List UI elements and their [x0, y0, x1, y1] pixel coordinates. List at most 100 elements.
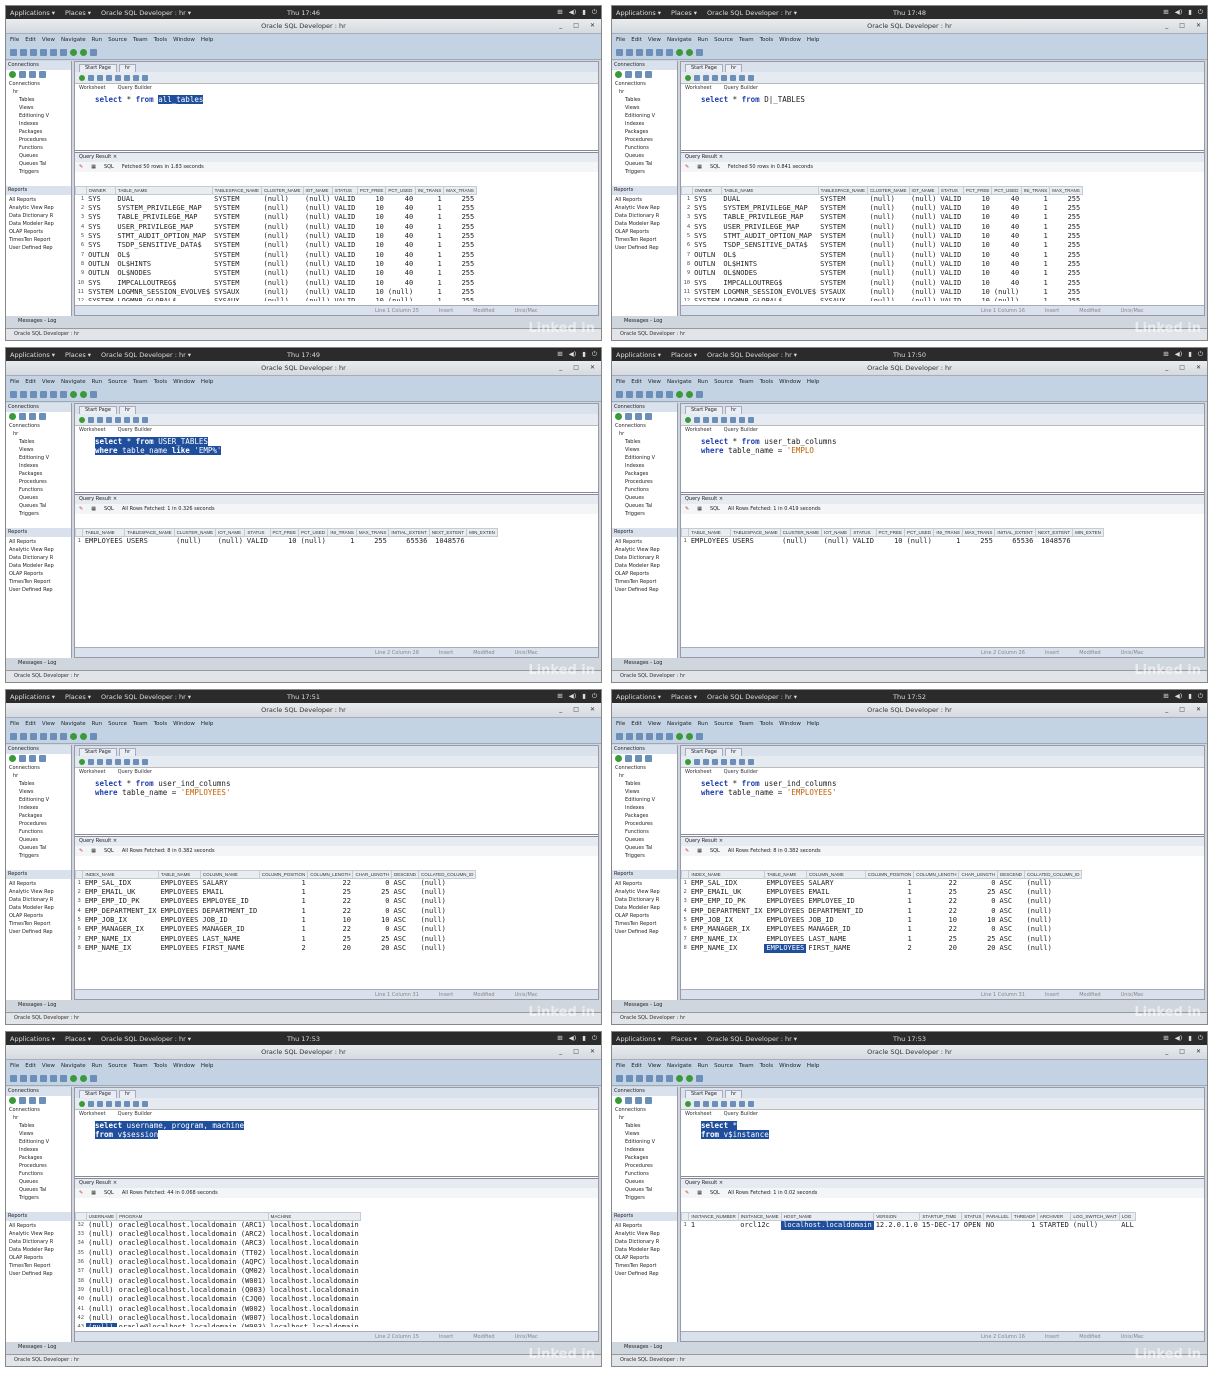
table-cell[interactable]: 22: [308, 925, 353, 934]
table-cell[interactable]: 25: [959, 934, 998, 943]
refresh-icon[interactable]: [19, 755, 26, 762]
table-cell[interactable]: (null): [303, 250, 332, 259]
tree-node-hr[interactable]: hr: [615, 772, 675, 780]
add-connection-icon[interactable]: [9, 1097, 16, 1104]
table-cell[interactable]: VALID: [938, 213, 963, 222]
menu-edit[interactable]: Edit: [25, 37, 36, 43]
table-cell[interactable]: 1: [259, 916, 308, 925]
applications-menu[interactable]: Applications ▾: [10, 693, 55, 701]
menu-window[interactable]: Window: [173, 37, 195, 43]
table-cell[interactable]: 40: [386, 195, 415, 205]
table-cell[interactable]: (null): [868, 241, 910, 250]
table-cell[interactable]: 1: [76, 195, 87, 205]
run-script-icon[interactable]: [88, 417, 94, 423]
open-icon[interactable]: [626, 1075, 633, 1082]
tab-hr[interactable]: hr: [118, 748, 137, 756]
table-cell[interactable]: (null): [86, 1239, 117, 1248]
tab-query-result[interactable]: Query Result ×: [79, 838, 117, 845]
menu-source[interactable]: Source: [108, 1063, 127, 1069]
table-cell[interactable]: 40: [386, 213, 415, 222]
table-cell[interactable]: 20: [308, 944, 353, 953]
table-cell[interactable]: 1: [865, 897, 914, 906]
table-cell[interactable]: OUTLN: [86, 250, 115, 259]
table-cell[interactable]: 6: [682, 241, 693, 250]
table-cell[interactable]: 10: [353, 916, 392, 925]
table-cell[interactable]: VALID: [938, 195, 963, 205]
table-cell[interactable]: 1: [1021, 223, 1050, 232]
autotrace-icon[interactable]: [97, 417, 103, 423]
tree-node-item[interactable]: Tables: [9, 438, 69, 446]
table-cell[interactable]: SYS: [86, 278, 115, 287]
table-row[interactable]: 1 EMP_SAL_IDX EMPLOYEES SALARY 1 22 0 ASC (null): [76, 879, 476, 889]
table-cell[interactable]: 1: [1021, 288, 1050, 297]
tree-node-item[interactable]: Procedures: [9, 820, 69, 828]
table-cell[interactable]: ASC: [392, 879, 419, 889]
table-cell[interactable]: SYSTEM: [212, 241, 261, 250]
table-cell[interactable]: (null): [868, 288, 910, 297]
table-cell[interactable]: (null): [419, 934, 476, 943]
taskbar-item[interactable]: Oracle SQL Developer : hr: [612, 1012, 1207, 1024]
table-cell[interactable]: 255: [444, 195, 477, 205]
report-item[interactable]: TimesTen Report: [615, 578, 675, 586]
forward-icon[interactable]: [686, 391, 693, 398]
tab-worksheet[interactable]: Worksheet: [685, 85, 712, 92]
redo-icon[interactable]: [60, 49, 67, 56]
table-cell[interactable]: 5: [682, 232, 693, 241]
result-grid[interactable]: TABLE_NAME TABLESPACE_NAME CLUSTER_NAME IOT…: [681, 528, 1204, 643]
column-header[interactable]: COLUMN_POSITION: [864, 870, 915, 879]
table-cell[interactable]: 255: [1050, 195, 1083, 205]
table-cell[interactable]: (null): [262, 269, 304, 278]
column-header[interactable]: LOG: [1118, 1212, 1137, 1221]
table-cell[interactable]: 8: [76, 260, 87, 269]
table-cell[interactable]: 255: [1050, 288, 1083, 297]
tree-node-item[interactable]: Queues: [615, 152, 675, 160]
table-cell[interactable]: (null): [868, 204, 910, 213]
table-cell[interactable]: 40: [992, 223, 1021, 232]
table-cell[interactable]: 22: [914, 897, 959, 906]
active-app-menu[interactable]: Oracle SQL Developer : hr ▾: [101, 9, 191, 17]
column-header[interactable]: TABLE_NAME: [114, 186, 213, 195]
table-cell[interactable]: (null): [868, 223, 910, 232]
column-header[interactable]: NEXT_EXTENT: [428, 528, 468, 537]
menu-source[interactable]: Source: [108, 721, 127, 727]
table-cell[interactable]: 3: [682, 213, 693, 222]
table-cell[interactable]: 10: [963, 288, 992, 297]
report-item[interactable]: All Reports: [615, 538, 675, 546]
table-cell[interactable]: (null): [868, 260, 910, 269]
forward-icon[interactable]: [686, 1075, 693, 1082]
table-cell[interactable]: 1: [328, 537, 357, 547]
table-cell[interactable]: (null): [174, 537, 216, 547]
table-cell[interactable]: STMT_AUDIT_OPTION_MAP: [115, 232, 212, 241]
print-icon[interactable]: ▦: [91, 164, 96, 170]
run-statement-icon[interactable]: [685, 759, 691, 765]
table-cell[interactable]: 1: [865, 934, 914, 943]
open-icon[interactable]: [626, 391, 633, 398]
table-cell[interactable]: 1: [1021, 269, 1050, 278]
maximize-icon[interactable]: □: [573, 1048, 579, 1055]
table-cell[interactable]: 1: [415, 232, 444, 241]
table-cell[interactable]: 1: [415, 195, 444, 205]
tab-start-page[interactable]: Start Page: [685, 748, 723, 756]
table-row[interactable]: 10 SYS IMPCALLOUTREG$ SYSTEM (null) (null) VAL…: [76, 278, 477, 287]
table-cell[interactable]: LOGMNR_GLOBAL$: [115, 297, 212, 301]
table-row[interactable]: 36 (null) oracle@localhost.localdomain (AQ…: [76, 1258, 361, 1267]
run-statement-icon[interactable]: [79, 1101, 85, 1107]
column-header[interactable]: [75, 1212, 87, 1221]
table-cell[interactable]: IMPCALLOUTREG$: [115, 278, 212, 287]
table-row[interactable]: 7 OUTLN OL$ SYSTEM (null) (null) VALID 10 40 1 255: [76, 250, 477, 259]
table-row[interactable]: 32 (null) oracle@localhost.localdomain (AR…: [76, 1221, 361, 1231]
table-row[interactable]: 43(null)oracle@localhost.localdomain (W0…: [76, 1322, 361, 1327]
applications-menu[interactable]: Applications ▾: [616, 1035, 661, 1043]
back-icon[interactable]: [676, 1075, 683, 1082]
tree-node-item[interactable]: Editioning V: [9, 1138, 69, 1146]
column-header[interactable]: MIN_EXTEN: [1072, 528, 1104, 537]
table-cell[interactable]: (null): [909, 269, 938, 278]
table-cell[interactable]: ASC: [998, 925, 1025, 934]
tree-node-connections[interactable]: Connections: [615, 80, 675, 88]
table-cell[interactable]: 10: [963, 269, 992, 278]
table-row[interactable]: 4 SYS USER_PRIVILEGE_MAP SYSTEM (null) (null)…: [76, 223, 477, 232]
table-cell[interactable]: 10: [963, 297, 992, 301]
save-icon[interactable]: [30, 391, 37, 398]
column-header[interactable]: IOT_NAME: [908, 186, 939, 195]
table-cell[interactable]: 12: [682, 297, 693, 301]
